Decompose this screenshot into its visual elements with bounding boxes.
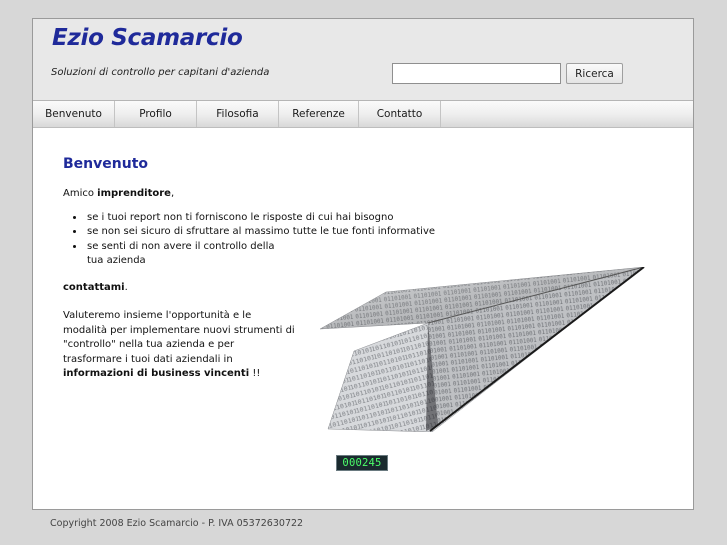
intro-suffix: , (170, 188, 175, 199)
footer-copyright: Copyright 2008 Ezio Scamarcio - P. IVA 0… (50, 518, 304, 529)
intro-bold: imprenditore (97, 188, 171, 199)
paragraph-suffix: !! (249, 368, 261, 379)
search-input[interactable] (392, 63, 561, 84)
bullet-item: se senti di non avere il controllo della… (85, 240, 283, 269)
paragraph-bold: informazioni di business vincenti (63, 368, 250, 379)
bullet-item: se i tuoi report non ti forniscono le ri… (85, 211, 463, 226)
intro-line: Amico imprenditore, (63, 187, 463, 202)
nav-item-benvenuto[interactable]: Benvenuto (33, 101, 115, 127)
visitor-counter: 000245 (336, 455, 388, 471)
nav-bar: Benvenuto Profilo Filosofia Referenze Co… (33, 101, 693, 128)
contact-bold: contattami (63, 281, 125, 293)
body-paragraph: Valuteremo insieme l'opportunità e le mo… (63, 309, 295, 382)
bullet-item: se non sei sicuro di sfruttare al massim… (85, 225, 463, 240)
page-container: Ezio Scamarcio Soluzioni di controllo pe… (32, 18, 694, 510)
contact-suffix: . (124, 281, 128, 293)
tagline: Soluzioni di controllo per capitani d'az… (51, 67, 270, 78)
page-heading: Benvenuto (63, 156, 148, 172)
site-title[interactable]: Ezio Scamarcio (52, 25, 243, 51)
nav-item-contatto[interactable]: Contatto (359, 101, 441, 127)
nav-item-referenze[interactable]: Referenze (279, 101, 359, 127)
nav-item-profilo[interactable]: Profilo (115, 101, 197, 127)
search-button[interactable]: Ricerca (566, 63, 623, 84)
bullet-list: se i tuoi report non ti forniscono le ri… (63, 211, 463, 269)
nav-item-filosofia[interactable]: Filosofia (197, 101, 279, 127)
header: Ezio Scamarcio Soluzioni di controllo pe… (33, 19, 693, 101)
intro-prefix: Amico (63, 188, 98, 199)
paper-airplane-image: 10110101 01101001 (320, 267, 645, 432)
paragraph-text: Valuteremo insieme l'opportunità e le mo… (63, 310, 295, 365)
